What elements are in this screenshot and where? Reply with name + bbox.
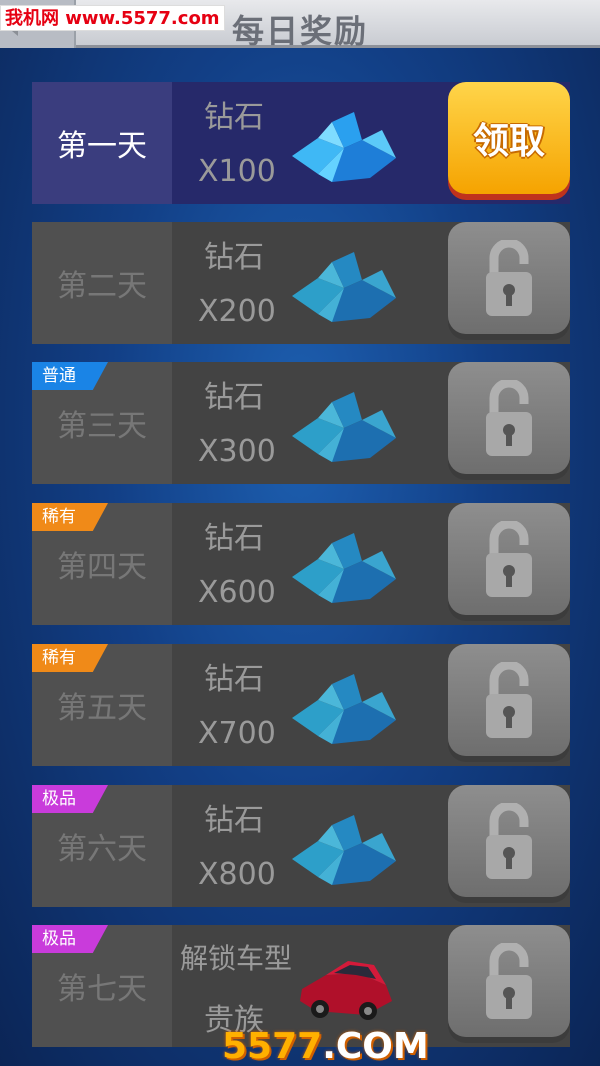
padlock-icon	[486, 943, 532, 1019]
red-car-icon	[300, 961, 392, 1020]
diamond-icon	[292, 533, 396, 603]
padlock-icon	[486, 662, 532, 738]
watermark-part-2: .COM	[322, 1026, 429, 1066]
reward-amount: X200	[198, 294, 276, 329]
top-bar: 每日奖励 我机网 www.5577.com	[0, 0, 600, 50]
locked-button[interactable]	[448, 644, 570, 756]
locked-button[interactable]	[448, 362, 570, 474]
reward-row-day-2: 第二天 钻石 X200	[32, 222, 570, 344]
reward-item-name: 钻石	[204, 380, 264, 415]
locked-button[interactable]	[448, 222, 570, 334]
day-label: 第二天	[57, 269, 147, 304]
locked-button[interactable]	[448, 785, 570, 897]
diamond-icon	[292, 252, 396, 322]
reward-item-name: 钻石	[204, 240, 264, 275]
padlock-icon	[486, 521, 532, 597]
padlock-icon	[486, 380, 532, 456]
reward-amount: X800	[198, 857, 276, 892]
site-watermark: 我机网 www.5577.com	[0, 5, 225, 31]
diamond-icon	[292, 674, 396, 744]
day-label: 第五天	[57, 691, 147, 726]
page-title: 每日奖励	[232, 12, 369, 50]
reward-row-day-6: 第六天 钻石 X800 极品	[32, 785, 570, 907]
reward-amount: X300	[198, 434, 276, 469]
diamond-icon	[292, 112, 396, 182]
claim-button-label: 领取	[472, 121, 545, 162]
day-label: 第四天	[57, 550, 147, 585]
diamond-icon	[292, 815, 396, 885]
day-label: 第七天	[57, 972, 147, 1007]
reward-amount: X100	[198, 154, 276, 189]
reward-item-name: 钻石	[204, 662, 264, 697]
reward-row-day-4: 第四天 钻石 X600 稀有	[32, 503, 570, 625]
watermark-part-1: 5577	[222, 1026, 323, 1066]
site-watermark-bottom: 5577.COM	[222, 1026, 429, 1066]
reward-row-day-1: 第一天 钻石 X100 领取	[32, 82, 570, 204]
reward-amount: X700	[198, 716, 276, 751]
day-label: 第一天	[57, 129, 147, 164]
reward-item-name: 钻石	[204, 521, 264, 556]
padlock-icon	[486, 240, 532, 316]
day-label: 第六天	[57, 832, 147, 867]
reward-item-name: 解锁车型	[180, 942, 293, 975]
reward-item-name: 钻石	[204, 100, 264, 135]
padlock-icon	[486, 803, 532, 879]
reward-row-day-5: 第五天 钻石 X700 稀有	[32, 644, 570, 766]
diamond-icon	[292, 392, 396, 462]
locked-button[interactable]	[448, 925, 570, 1037]
claim-button[interactable]: 领取	[448, 82, 570, 194]
reward-row-day-3: 第三天 钻石 X300 普通	[32, 362, 570, 484]
reward-item-name: 钻石	[204, 803, 264, 838]
reward-amount: X600	[198, 575, 276, 610]
locked-button[interactable]	[448, 503, 570, 615]
day-label: 第三天	[57, 409, 147, 444]
